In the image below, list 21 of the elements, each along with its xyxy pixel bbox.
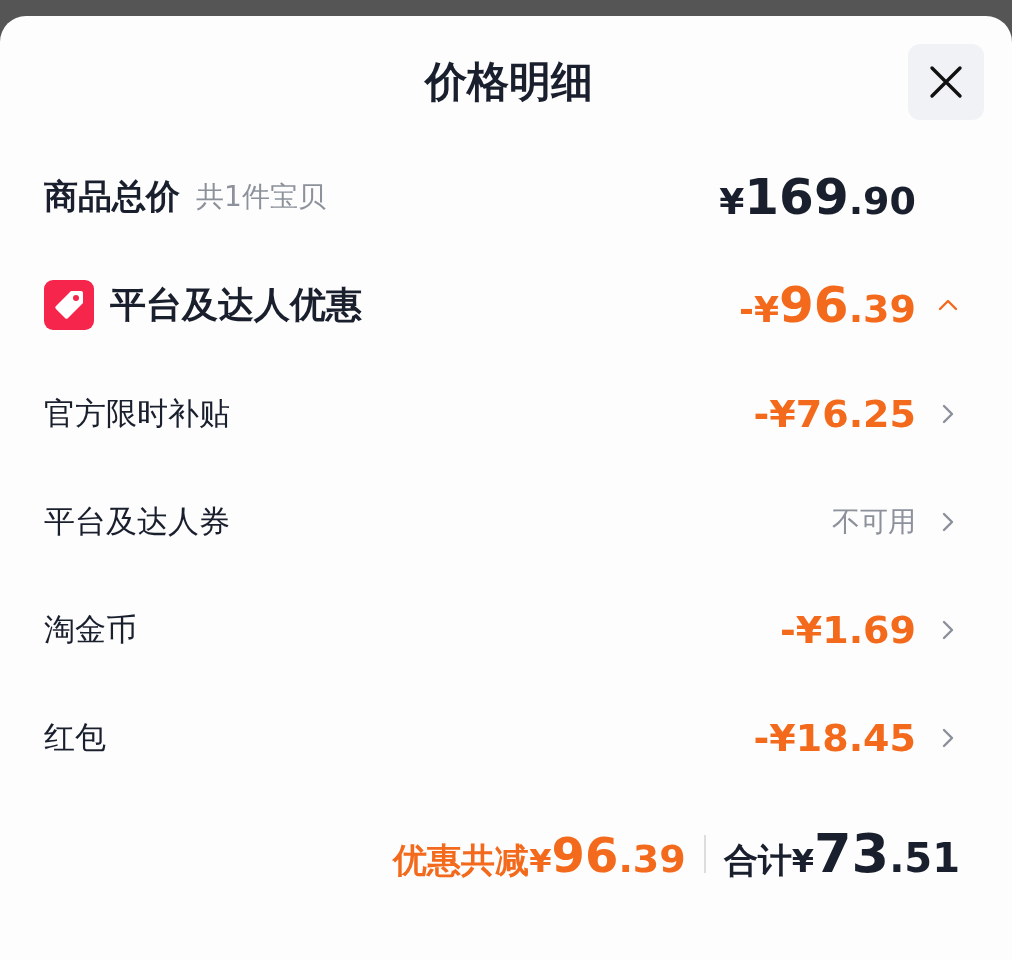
total-price: ¥169.90 <box>719 168 916 226</box>
unavailable-text: 不可用 <box>832 504 916 540</box>
close-icon <box>928 64 964 100</box>
discount-amount: -¥18.45 <box>753 716 916 760</box>
discount-amount: -¥76.25 <box>753 392 916 436</box>
discount-amount: -¥1.69 <box>780 608 916 652</box>
discount-item-label: 官方限时补贴 <box>44 394 231 433</box>
discount-price: -¥96.39 <box>739 276 916 334</box>
discount-label: 平台及达人优惠 <box>110 282 362 327</box>
savings-label: 优惠共减 <box>393 839 530 882</box>
discount-item-label: 平台及达人券 <box>44 502 231 541</box>
grand-total-price: ¥73.51 <box>791 822 960 885</box>
total-label: 商品总价 <box>44 175 180 218</box>
discount-item-label: 红包 <box>44 718 107 757</box>
item-count: 共1件宝贝 <box>196 179 326 215</box>
close-button[interactable] <box>908 44 984 120</box>
sheet-title: 价格明细 <box>425 56 593 108</box>
savings-price: ¥96.39 <box>529 827 686 883</box>
grand-total-label: 合计 <box>723 839 792 882</box>
tag-icon <box>44 280 94 330</box>
discount-item-label: 淘金币 <box>44 610 138 649</box>
